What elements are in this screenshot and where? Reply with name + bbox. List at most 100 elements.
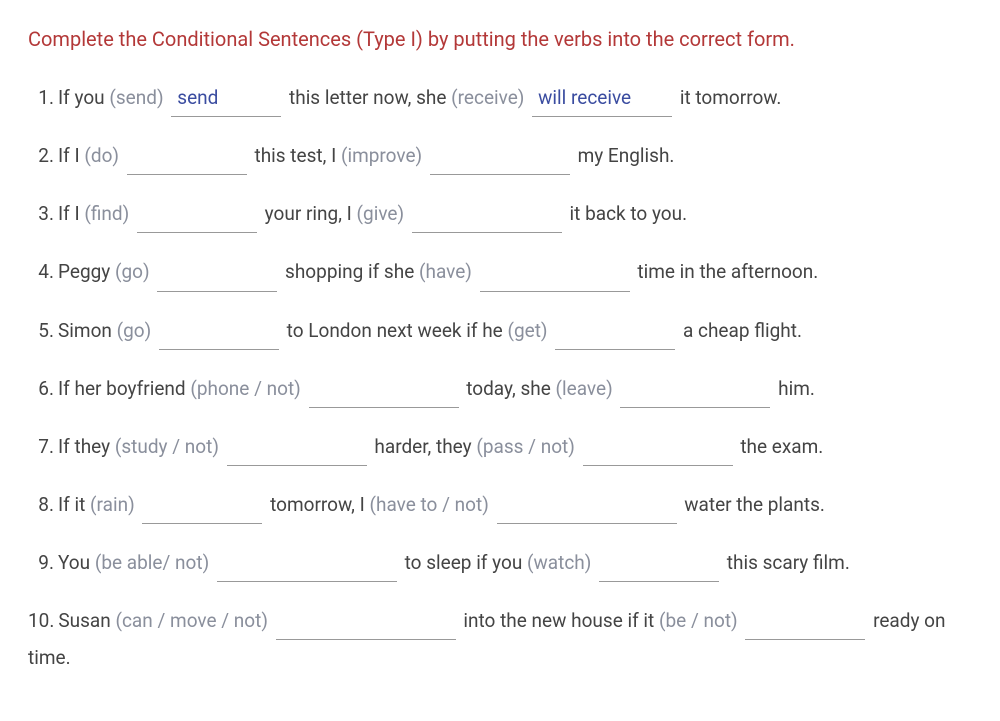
question-row: 9.You (be able/ not) to sleep if you (wa… <box>28 545 972 582</box>
answer-blank[interactable] <box>309 371 459 408</box>
sentence-text: Simon <box>58 319 117 342</box>
sentence-text <box>422 144 427 167</box>
verb-hint: (do) <box>84 144 119 167</box>
verb-hint: (go) <box>115 260 150 283</box>
question-row: 4.Peggy (go) shopping if she (have) time… <box>28 254 972 291</box>
sentence-text: this scary film. <box>722 551 850 574</box>
question-row: 2.If I (do) this test, I (improve) my En… <box>28 138 972 175</box>
answer-blank[interactable] <box>430 138 570 175</box>
sentence-text: a cheap flight. <box>678 319 802 342</box>
question-row: 8.If it (rain) tomorrow, I (have to / no… <box>28 487 972 524</box>
question-number: 1. <box>28 80 54 115</box>
sentence-text: If you <box>58 86 109 109</box>
sentence-text: harder, they <box>370 435 477 458</box>
answer-blank[interactable] <box>620 371 770 408</box>
sentence-text: your ring, I <box>260 202 357 225</box>
sentence-text: it back to you. <box>565 202 687 225</box>
sentence-text: You <box>58 551 95 574</box>
sentence-text <box>472 260 477 283</box>
sentence-text: shopping if she <box>280 260 419 283</box>
verb-hint: (improve) <box>341 144 422 167</box>
sentence-text <box>219 435 224 458</box>
sentence-text <box>404 202 409 225</box>
answer-blank[interactable]: will receive <box>532 80 672 117</box>
sentence-text <box>489 493 494 516</box>
sentence-text: time in the afternoon. <box>633 260 819 283</box>
question-number: 7. <box>28 429 54 464</box>
sentence-text <box>524 86 529 109</box>
question-row: 5.Simon (go) to London next week if he (… <box>28 313 972 350</box>
verb-hint: (have) <box>419 260 472 283</box>
sentence-text <box>119 144 124 167</box>
sentence-text: to sleep if you <box>400 551 527 574</box>
verb-hint: (receive) <box>451 86 524 109</box>
sentence-text <box>209 551 214 574</box>
sentence-text: into the new house if it <box>459 609 659 632</box>
question-row: 6.If her boyfriend (phone / not) today, … <box>28 371 972 408</box>
question-number: 10. <box>28 603 54 638</box>
sentence-text <box>548 319 553 342</box>
answer-blank[interactable] <box>137 196 257 233</box>
answer-blank[interactable] <box>276 603 456 640</box>
answer-blank[interactable] <box>159 313 279 350</box>
question-row: 7.If they (study / not) harder, they (pa… <box>28 429 972 466</box>
sentence-text: Susan <box>58 609 115 632</box>
instruction-text: Complete the Conditional Sentences (Type… <box>28 24 972 54</box>
answer-blank[interactable] <box>745 603 865 640</box>
sentence-text <box>738 609 743 632</box>
questions-list: 1.If you (send) send this letter now, sh… <box>28 80 972 676</box>
answer-blank[interactable] <box>142 487 262 524</box>
sentence-text: If they <box>58 435 115 458</box>
verb-hint: (be able/ not) <box>95 551 209 574</box>
question-number: 3. <box>28 196 54 231</box>
question-number: 4. <box>28 254 54 289</box>
sentence-text: Peggy <box>58 260 115 283</box>
sentence-text: water the plants. <box>680 493 825 516</box>
sentence-text <box>301 377 306 400</box>
question-row: 1.If you (send) send this letter now, sh… <box>28 80 972 117</box>
question-row: 10.Susan (can / move / not) into the new… <box>28 603 972 675</box>
verb-hint: (have to / not) <box>369 493 488 516</box>
answer-blank[interactable] <box>227 429 367 466</box>
answer-blank[interactable] <box>599 545 719 582</box>
sentence-text: this test, I <box>250 144 341 167</box>
answer-blank[interactable] <box>217 545 397 582</box>
verb-hint: (go) <box>117 319 152 342</box>
sentence-text: him. <box>773 377 814 400</box>
sentence-text <box>164 86 169 109</box>
question-number: 2. <box>28 138 54 173</box>
verb-hint: (give) <box>357 202 405 225</box>
sentence-text: If I <box>58 144 84 167</box>
sentence-text: the exam. <box>736 435 824 458</box>
sentence-text: If I <box>58 202 84 225</box>
sentence-text: If her boyfriend <box>58 377 190 400</box>
answer-blank[interactable]: send <box>171 80 281 117</box>
answer-blank[interactable] <box>412 196 562 233</box>
answer-blank[interactable] <box>583 429 733 466</box>
sentence-text: If it <box>58 493 90 516</box>
question-number: 5. <box>28 313 54 348</box>
sentence-text <box>151 319 156 342</box>
verb-hint: (leave) <box>556 377 613 400</box>
sentence-text: today, she <box>462 377 556 400</box>
answer-blank[interactable] <box>157 254 277 291</box>
sentence-text: tomorrow, I <box>265 493 369 516</box>
answer-blank[interactable] <box>497 487 677 524</box>
sentence-text <box>129 202 134 225</box>
sentence-text <box>135 493 140 516</box>
verb-hint: (can / move / not) <box>115 609 267 632</box>
answer-blank[interactable] <box>127 138 247 175</box>
answer-blank[interactable] <box>480 254 630 291</box>
sentence-text: to London next week if he <box>282 319 508 342</box>
question-row: 3.If I (find) your ring, I (give) it bac… <box>28 196 972 233</box>
verb-hint: (study / not) <box>115 435 219 458</box>
sentence-text: it tomorrow. <box>675 86 781 109</box>
verb-hint: (phone / not) <box>190 377 300 400</box>
verb-hint: (pass / not) <box>476 435 575 458</box>
question-number: 8. <box>28 487 54 522</box>
verb-hint: (be / not) <box>659 609 738 632</box>
verb-hint: (send) <box>109 86 163 109</box>
answer-blank[interactable] <box>555 313 675 350</box>
sentence-text <box>150 260 155 283</box>
sentence-text: this letter now, she <box>284 86 451 109</box>
